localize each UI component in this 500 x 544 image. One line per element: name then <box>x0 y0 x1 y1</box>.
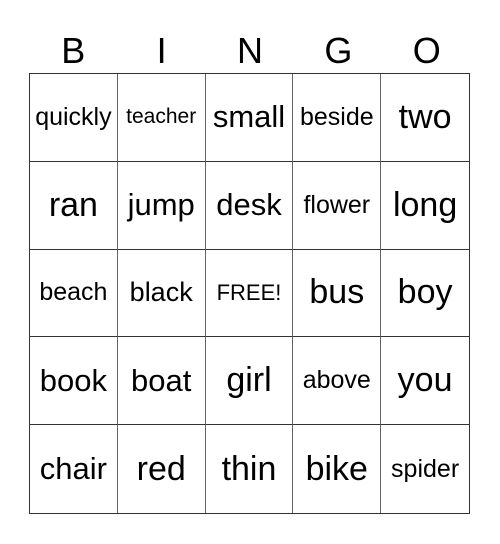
bingo-cell[interactable]: two <box>381 74 469 162</box>
header-letter-b: B <box>61 30 86 71</box>
bingo-cell[interactable]: girl <box>205 337 294 426</box>
bingo-cell[interactable]: boat <box>117 337 206 426</box>
bingo-cell[interactable]: quickly <box>30 74 118 162</box>
bingo-cell[interactable]: desk <box>205 161 294 250</box>
bingo-cell[interactable]: boy <box>381 250 469 338</box>
bingo-cell[interactable]: teacher <box>117 74 206 162</box>
bingo-cell[interactable]: beside <box>293 74 382 162</box>
header-letter-o: O <box>412 30 441 71</box>
bingo-cell[interactable]: chair <box>30 425 118 513</box>
bingo-cell[interactable]: book <box>30 337 118 426</box>
bingo-cell[interactable]: black <box>117 249 206 338</box>
header-letter-i: I <box>156 30 167 71</box>
bingo-cell[interactable]: flower <box>293 161 382 250</box>
bingo-cell[interactable]: ran <box>30 161 118 250</box>
bingo-header: B I N G O <box>29 30 471 72</box>
bingo-grid: quickly teacher small beside two ran jum… <box>29 73 470 514</box>
bingo-cell[interactable]: above <box>293 337 382 426</box>
bingo-cell[interactable]: you <box>381 337 469 426</box>
bingo-cell[interactable]: long <box>381 162 469 250</box>
bingo-cell[interactable]: bus <box>293 249 382 338</box>
bingo-cell[interactable]: beach <box>30 249 118 338</box>
bingo-cell[interactable]: jump <box>117 161 206 250</box>
bingo-cell[interactable]: thin <box>206 425 294 513</box>
bingo-cell[interactable]: spider <box>381 425 469 513</box>
bingo-cell[interactable]: small <box>205 74 294 162</box>
header-letter-n: N <box>236 30 263 71</box>
header-letter-g: G <box>324 30 353 71</box>
bingo-cell[interactable]: red <box>118 425 206 513</box>
bingo-cell[interactable]: bike <box>293 425 382 513</box>
free-space[interactable]: FREE! <box>205 249 294 338</box>
